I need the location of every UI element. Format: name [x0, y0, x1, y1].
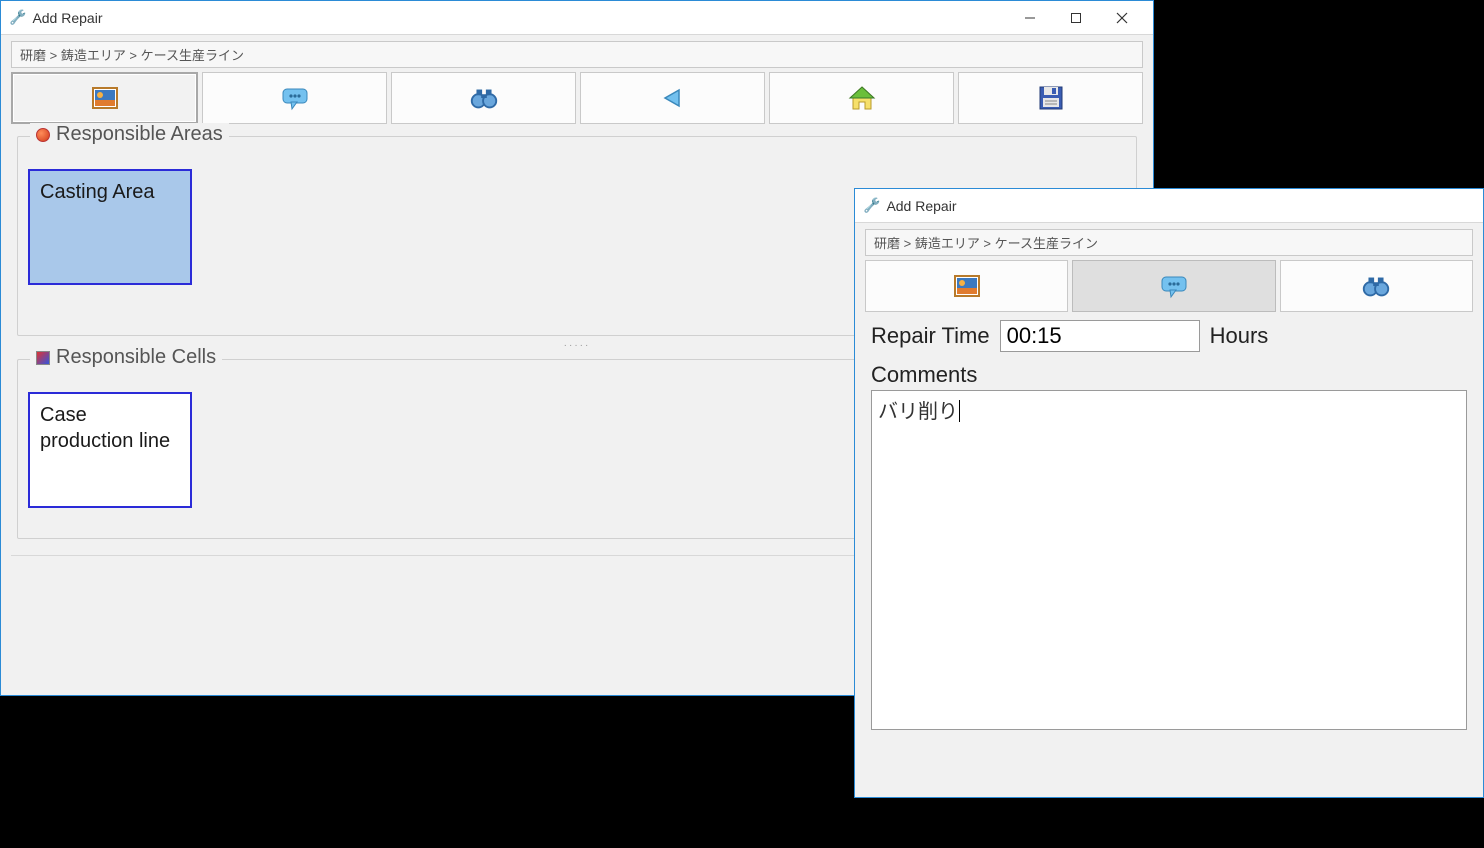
toolbar-save-button[interactable]	[958, 72, 1143, 124]
toolbar-tab-comments[interactable]	[1072, 260, 1275, 312]
toolbar-tab-search[interactable]	[1280, 260, 1473, 312]
toolbar	[865, 260, 1473, 312]
toolbar-tab-areas[interactable]	[865, 260, 1068, 312]
save-icon	[1035, 84, 1067, 112]
responsible-areas-legend: Responsible Areas	[30, 123, 229, 146]
speech-bubble-icon	[1158, 272, 1190, 300]
wrench-icon: 🔧	[9, 9, 26, 26]
cell-tile-label: Case production line	[40, 404, 170, 452]
window-controls	[1007, 1, 1145, 34]
toolbar-tab-comments[interactable]	[202, 72, 387, 124]
area-tile-label: Casting Area	[40, 181, 155, 203]
wrench-icon: 🔧	[863, 197, 880, 214]
comments-text: バリ削り	[878, 401, 960, 423]
breadcrumb: 研磨 > 鋳造エリア > ケース生産ライン	[865, 229, 1473, 256]
square-icon	[36, 351, 50, 365]
area-tile-casting[interactable]: Casting Area	[28, 169, 192, 285]
maximize-button[interactable]	[1053, 1, 1099, 34]
speech-bubble-icon	[279, 84, 311, 112]
toolbar-tab-search[interactable]	[391, 72, 576, 124]
back-arrow-icon	[657, 84, 689, 112]
window-title: Add Repair	[32, 10, 102, 26]
repair-time-label: Repair Time	[871, 323, 990, 349]
window-title: Add Repair	[886, 198, 956, 214]
toolbar	[11, 72, 1143, 124]
breadcrumb: 研磨 > 鋳造エリア > ケース生産ライン	[11, 41, 1143, 68]
close-button[interactable]	[1099, 1, 1145, 34]
hours-label: Hours	[1210, 323, 1269, 349]
titlebar[interactable]: 🔧 Add Repair	[1, 1, 1153, 35]
binoculars-icon	[468, 84, 500, 112]
toolbar-home-button[interactable]	[769, 72, 954, 124]
repair-time-row: Repair Time Hours	[871, 320, 1467, 352]
picture-icon	[951, 272, 983, 300]
cell-tile-case-line[interactable]: Case production line	[28, 392, 192, 508]
responsible-cells-label: Responsible Cells	[56, 346, 216, 369]
toolbar-back-button[interactable]	[580, 72, 765, 124]
comments-textarea[interactable]: バリ削り	[871, 390, 1467, 730]
toolbar-tab-areas[interactable]	[11, 72, 198, 124]
comments-label: Comments	[871, 362, 1467, 388]
binoculars-icon	[1360, 272, 1392, 300]
home-icon	[846, 84, 878, 112]
titlebar[interactable]: 🔧 Add Repair	[855, 189, 1483, 223]
responsible-areas-label: Responsible Areas	[56, 123, 223, 146]
minimize-button[interactable]	[1007, 1, 1053, 34]
add-repair-window-comments: 🔧 Add Repair 研磨 > 鋳造エリア > ケース生産ライン	[854, 188, 1484, 798]
responsible-cells-legend: Responsible Cells	[30, 346, 222, 369]
picture-icon	[89, 84, 121, 112]
red-dot-icon	[36, 128, 50, 142]
repair-time-input[interactable]	[1000, 320, 1200, 352]
